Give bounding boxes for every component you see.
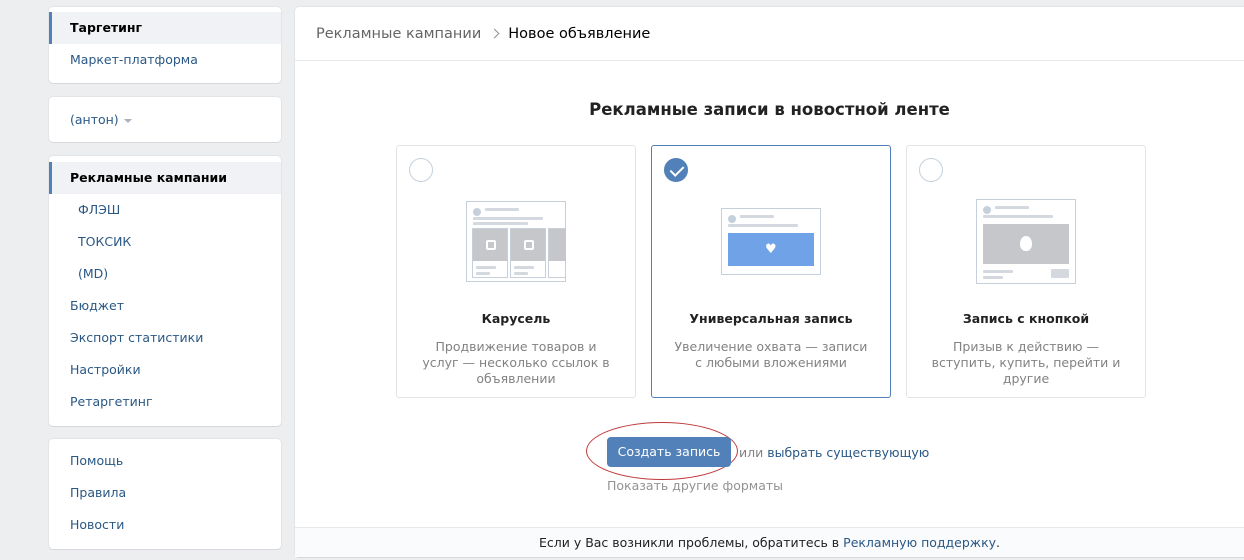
- sidebar-item-targeting[interactable]: Таргетинг: [49, 12, 281, 44]
- sidebar-item-campaign-md[interactable]: (MD): [49, 258, 281, 290]
- sidebar-top-block: Таргетинг Маркет-платформа: [49, 7, 281, 83]
- footer-period: .: [996, 535, 1001, 550]
- main-panel: Рекламные кампании Новое объявление Рекл…: [295, 7, 1244, 557]
- sidebar-item-rules[interactable]: Правила: [49, 477, 281, 509]
- format-card-universal[interactable]: ♥ Универсальная запись Увеличение охвата…: [651, 145, 891, 398]
- choose-existing-line: или выбрать существующую: [739, 445, 929, 460]
- heart-icon: ♥: [765, 242, 777, 257]
- sidebar-item-settings[interactable]: Настройки: [49, 354, 281, 386]
- sidebar-item-retargeting[interactable]: Ретаргетинг: [49, 386, 281, 418]
- sidebar-item-news[interactable]: Новости: [49, 509, 281, 541]
- page-title: Новое объявление: [508, 25, 651, 42]
- radio-button-post[interactable]: [919, 158, 943, 182]
- breadcrumb: Рекламные кампании Новое объявление: [295, 7, 1244, 61]
- format-description: Продвижение товаров и услуг — несколько …: [422, 339, 610, 386]
- sidebar-item-campaign-toxic[interactable]: ТОКСИК: [49, 226, 281, 258]
- show-more-formats-link[interactable]: Показать другие форматы: [607, 478, 783, 493]
- sidebar-item-help[interactable]: Помощь: [49, 445, 281, 477]
- format-title: Запись с кнопкой: [962, 311, 1090, 326]
- chevron-down-icon: [123, 118, 132, 123]
- sidebar-item-market-platform[interactable]: Маркет-платформа: [49, 44, 281, 76]
- or-text: или: [739, 445, 764, 460]
- format-description: Призыв к действию — вступить, купить, пе…: [931, 339, 1121, 386]
- sidebar-item-budget[interactable]: Бюджет: [49, 290, 281, 322]
- sidebar-item-campaigns[interactable]: Рекламные кампании: [49, 162, 281, 194]
- sidebar-help-block: Помощь Правила Новости: [49, 439, 281, 549]
- universal-post-illustration-icon: ♥: [721, 208, 821, 275]
- carousel-illustration-icon: [466, 201, 566, 282]
- sidebar-campaigns-block: Рекламные кампании ФЛЭШ ТОКСИК (MD) Бюдж…: [49, 156, 281, 426]
- breadcrumb-campaigns-link[interactable]: Рекламные кампании: [316, 26, 481, 42]
- account-selector[interactable]: (антон): [49, 97, 281, 142]
- choose-existing-link[interactable]: выбрать существующую: [767, 445, 929, 460]
- format-card-carousel[interactable]: Карусель Продвижение товаров и услуг — н…: [396, 145, 636, 398]
- create-post-button[interactable]: Создать запись: [607, 437, 731, 467]
- format-card-button-post[interactable]: Запись с кнопкой Призыв к действию — вст…: [906, 145, 1146, 398]
- sidebar-item-export-stats[interactable]: Экспорт статистики: [49, 322, 281, 354]
- radio-universal-checked[interactable]: [664, 158, 688, 182]
- sidebar-item-campaign-flash[interactable]: ФЛЭШ: [49, 194, 281, 226]
- account-selector-block: (антон): [49, 97, 281, 142]
- radio-carousel[interactable]: [409, 158, 433, 182]
- format-description: Увеличение охвата — записи с любыми влож…: [674, 339, 868, 370]
- flame-icon: [1020, 236, 1032, 251]
- format-title: Карусель: [481, 311, 551, 326]
- format-title: Универсальная запись: [689, 311, 853, 326]
- account-name: (антон): [70, 112, 119, 127]
- button-post-illustration-icon: [976, 199, 1076, 284]
- footer: Если у Вас возникли проблемы, обратитесь…: [295, 527, 1244, 557]
- footer-text: Если у Вас возникли проблемы, обратитесь…: [538, 535, 840, 550]
- ads-support-link[interactable]: Рекламную поддержку: [843, 535, 996, 550]
- section-title: Рекламные записи в новостной ленте: [589, 100, 950, 119]
- chevron-right-icon: [489, 28, 500, 39]
